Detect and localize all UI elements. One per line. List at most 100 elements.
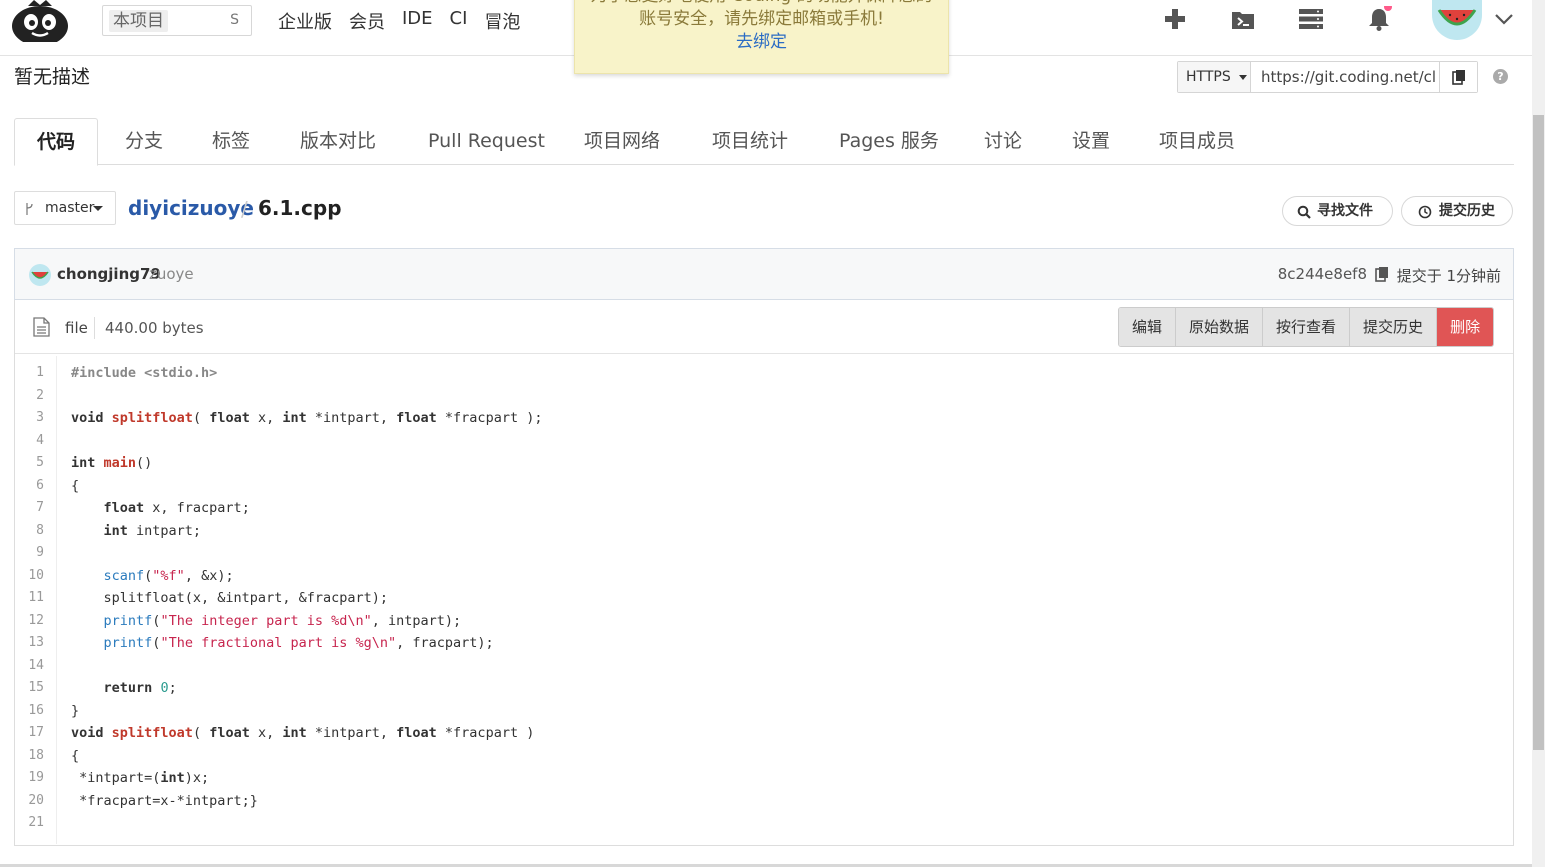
tab-pull-request[interactable]: Pull Request	[428, 118, 545, 165]
code-line: void splitfloat( float x, int *intpart, …	[71, 725, 535, 741]
nav-ide[interactable]: IDE	[402, 8, 433, 34]
find-file-button[interactable]: 寻找文件	[1282, 196, 1393, 226]
code-line: #include <stdio.h>	[71, 365, 218, 381]
clipboard-icon	[1452, 70, 1465, 85]
edit-button[interactable]: 编辑	[1119, 308, 1177, 346]
clock-icon	[1418, 205, 1432, 219]
user-avatar[interactable]	[1432, 0, 1482, 40]
commit-author-avatar[interactable]	[29, 264, 51, 286]
nav-ci[interactable]: CI	[450, 8, 468, 34]
line-number[interactable]: 2	[36, 385, 44, 408]
terminal-folder-icon[interactable]	[1230, 6, 1256, 32]
clone-url-input[interactable]: https://git.coding.net/cl	[1251, 62, 1439, 92]
nav-enterprise[interactable]: 企业版	[278, 8, 332, 34]
line-number[interactable]: 11	[28, 587, 44, 610]
commit-message[interactable]: zuoye	[149, 265, 194, 283]
code-line: printf("The fractional part is %g\n", fr…	[103, 635, 494, 651]
breadcrumb-repo-link[interactable]: diyicizuoye	[128, 196, 254, 220]
top-nav-links: 企业版 会员 IDE CI 冒泡	[278, 8, 520, 34]
line-number[interactable]: 17	[28, 722, 44, 745]
clone-protocol-dropdown[interactable]: HTTPS	[1178, 62, 1251, 92]
clone-url-group: HTTPS https://git.coding.net/cl	[1177, 61, 1478, 93]
nav-bubble[interactable]: 冒泡	[484, 8, 520, 34]
branch-selector[interactable]: master	[14, 191, 116, 225]
tab-code[interactable]: 代码	[14, 118, 99, 166]
tab-branches[interactable]: 分支	[125, 118, 163, 165]
code-line: int main()	[71, 455, 153, 471]
copy-sha-icon[interactable]	[1375, 266, 1389, 282]
plus-icon[interactable]	[1162, 6, 1188, 32]
search-icon	[1297, 205, 1311, 219]
line-number[interactable]: 8	[36, 520, 44, 543]
file-size: 440.00 bytes	[105, 319, 204, 337]
line-number[interactable]: 15	[28, 677, 44, 700]
line-number[interactable]: 18	[28, 745, 44, 768]
tab-settings[interactable]: 设置	[1072, 118, 1110, 165]
find-file-label: 寻找文件	[1317, 203, 1373, 219]
line-number[interactable]: 19	[28, 767, 44, 790]
line-number[interactable]: 10	[28, 565, 44, 588]
blame-button[interactable]: 按行查看	[1263, 308, 1351, 346]
scrollbar-thumb[interactable]	[1533, 115, 1544, 750]
commit-sha[interactable]: 8c244e8ef8	[1278, 265, 1367, 283]
line-number[interactable]: 13	[28, 632, 44, 655]
raw-button[interactable]: 原始数据	[1176, 308, 1264, 346]
branch-name: master	[45, 200, 95, 216]
tab-pages[interactable]: Pages 服务	[839, 118, 939, 165]
tab-compare[interactable]: 版本对比	[300, 118, 376, 165]
line-number[interactable]: 9	[36, 542, 44, 565]
search-scope-label: 本项目	[109, 10, 168, 32]
tab-stats[interactable]: 项目统计	[712, 118, 788, 165]
watermelon-avatar-icon	[31, 271, 49, 279]
code-line: void splitfloat( float x, int *intpart, …	[71, 410, 543, 426]
line-number-gutter: 1 2 3 4 5 6 7 8 9 10 11 12 13 14 15 16 17 18 19 20 21	[15, 356, 57, 844]
notice-line1: 为了您更好地使用 Coding 的功能并保障您的	[575, 0, 948, 8]
line-number[interactable]: 12	[28, 610, 44, 633]
breadcrumb-file-name: 6.1.cpp	[258, 196, 342, 220]
breadcrumb-separator: /	[241, 197, 248, 221]
line-number[interactable]: 3	[36, 407, 44, 430]
server-icon[interactable]	[1298, 6, 1324, 32]
line-number[interactable]: 6	[36, 475, 44, 498]
bind-account-notice: 为了您更好地使用 Coding 的功能并保障您的 账号安全，请先绑定邮箱或手机!…	[574, 0, 949, 74]
tab-members[interactable]: 项目成员	[1159, 118, 1235, 165]
file-type: file	[65, 319, 88, 337]
search-shortcut-hint: S	[230, 12, 239, 28]
code-line: float x, fracpart;	[103, 500, 250, 516]
line-number[interactable]: 20	[28, 790, 44, 813]
bell-icon[interactable]	[1366, 6, 1392, 32]
history-label: 提交历史	[1439, 203, 1495, 219]
caret-down-icon	[93, 206, 103, 211]
file-actions: 编辑 原始数据 按行查看 提交历史 删除	[1118, 307, 1495, 347]
file-history-button[interactable]: 提交历史	[1350, 308, 1438, 346]
branch-icon	[26, 203, 33, 215]
help-question-icon[interactable]: ?	[1493, 69, 1508, 84]
code-line: }	[71, 702, 80, 719]
commit-author[interactable]: chongjing79	[57, 265, 161, 283]
line-number[interactable]: 5	[36, 452, 44, 475]
line-number[interactable]: 7	[36, 497, 44, 520]
project-tabs: 代码 分支 标签 版本对比 Pull Request 项目网络 项目统计 Pag…	[14, 118, 1514, 166]
tab-discussion[interactable]: 讨论	[984, 118, 1022, 165]
line-number[interactable]: 21	[28, 812, 44, 835]
history-button[interactable]: 提交历史	[1401, 196, 1513, 226]
tab-tags[interactable]: 标签	[212, 118, 250, 165]
bind-now-link[interactable]: 去绑定	[575, 31, 948, 54]
coding-logo-icon[interactable]	[10, 0, 70, 42]
tab-network[interactable]: 项目网络	[584, 118, 660, 165]
line-number[interactable]: 16	[28, 700, 44, 723]
search-input[interactable]: 本项目 S	[102, 5, 252, 36]
code-line: int intpart;	[103, 522, 202, 539]
nav-member[interactable]: 会员	[349, 8, 385, 34]
copy-url-button[interactable]	[1439, 62, 1477, 92]
code-line: return 0;	[103, 680, 177, 696]
line-number[interactable]: 14	[28, 655, 44, 678]
line-number[interactable]: 4	[36, 430, 44, 453]
commit-time: 提交于 1分钟前	[1396, 267, 1501, 285]
delete-button[interactable]: 删除	[1437, 308, 1494, 346]
code-line: splitfloat(x, &intpart, &fracpart);	[71, 590, 388, 606]
page-scrollbar[interactable]	[1532, 0, 1545, 867]
watermelon-avatar-icon	[1437, 9, 1477, 26]
chevron-down-icon[interactable]	[1494, 12, 1514, 26]
line-number[interactable]: 1	[36, 362, 44, 385]
